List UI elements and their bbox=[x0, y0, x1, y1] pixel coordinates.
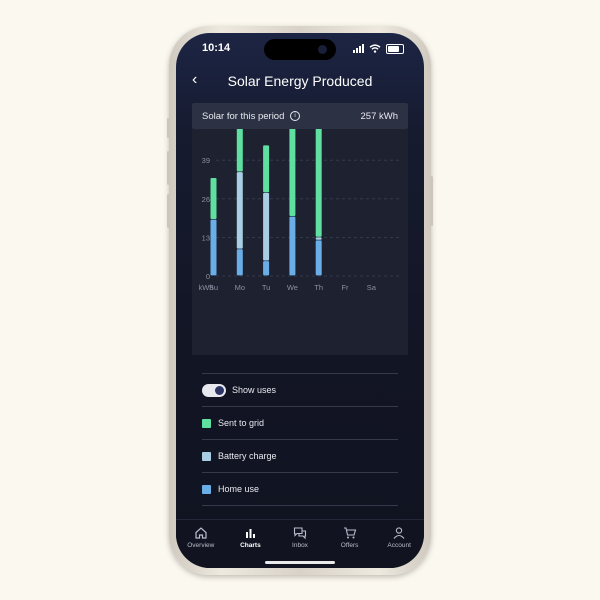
bar-segment bbox=[236, 129, 243, 172]
tab-label: Charts bbox=[240, 542, 261, 549]
silent-switch bbox=[167, 118, 170, 138]
cart-icon bbox=[343, 527, 356, 539]
legend: Show uses Sent to grid Battery charge Ho… bbox=[202, 373, 398, 506]
bar-chart-icon bbox=[246, 529, 256, 538]
battery-charge-swatch bbox=[202, 451, 211, 461]
camera-icon bbox=[318, 45, 327, 54]
legend-label: Home use bbox=[218, 484, 260, 494]
x-tick-label: Mo bbox=[235, 283, 245, 292]
header: ‹ Solar Energy Produced bbox=[176, 69, 424, 93]
period-label: Solar for this period bbox=[202, 110, 285, 122]
tab-account[interactable]: Account bbox=[374, 520, 424, 568]
toggle-knob bbox=[215, 385, 224, 395]
bar-segment bbox=[289, 216, 296, 276]
bar-segment bbox=[315, 129, 322, 237]
home-indicator bbox=[265, 561, 335, 564]
home-icon bbox=[195, 527, 207, 539]
status-time: 10:14 bbox=[202, 42, 231, 54]
x-tick-label: Th bbox=[314, 283, 323, 292]
bar-segment bbox=[315, 237, 322, 240]
show-uses-toggle[interactable] bbox=[202, 383, 226, 397]
tab-overview[interactable]: Overview bbox=[176, 520, 226, 568]
chat-bubbles-icon bbox=[293, 527, 307, 540]
period-label-wrap: Solar for this period i bbox=[202, 110, 301, 122]
toggle-label: Show uses bbox=[232, 385, 277, 395]
bar-segment bbox=[263, 145, 270, 193]
wifi-icon bbox=[369, 44, 381, 53]
dynamic-island bbox=[264, 39, 336, 60]
x-tick-label: Fr bbox=[341, 283, 349, 292]
bar-segment bbox=[289, 129, 296, 217]
stacked-bar-chart: 01326395265kWhSuMoTuWeThFrSa bbox=[199, 129, 400, 292]
page-title: Solar Energy Produced bbox=[227, 73, 373, 89]
y-tick-label: 39 bbox=[202, 156, 210, 165]
status-bar: 10:14 bbox=[176, 33, 424, 63]
bar-segment bbox=[263, 192, 270, 261]
power-button bbox=[430, 176, 433, 226]
bar-segment bbox=[236, 172, 243, 249]
legend-label: Sent to grid bbox=[218, 418, 265, 428]
x-tick-label: Tu bbox=[262, 283, 270, 292]
bar-segment bbox=[315, 240, 322, 276]
legend-label: Battery charge bbox=[218, 451, 277, 461]
y-tick-label: 0 bbox=[206, 272, 210, 281]
period-value: 257 kWh bbox=[360, 110, 399, 122]
app-screen: 10:14 ‹ Solar Energy Produced Solar for … bbox=[176, 33, 424, 568]
legend-item-sent-to-grid: Sent to grid bbox=[202, 407, 398, 440]
bar-segment bbox=[236, 249, 243, 276]
chart-panel: 01326395265kWhSuMoTuWeThFrSa bbox=[192, 129, 408, 355]
y-tick-label: 26 bbox=[202, 195, 210, 204]
cellular-signal-icon bbox=[353, 44, 364, 53]
battery-icon bbox=[386, 43, 404, 54]
info-icon[interactable]: i bbox=[290, 110, 301, 121]
volume-up-button bbox=[167, 151, 170, 185]
volume-down-button bbox=[167, 194, 170, 228]
y-tick-label: 13 bbox=[202, 233, 210, 242]
status-icons bbox=[353, 43, 404, 54]
legend-item-battery-charge: Battery charge bbox=[202, 440, 398, 473]
tab-label: Offers bbox=[340, 542, 359, 549]
home-use-swatch bbox=[202, 484, 211, 494]
bar-segment bbox=[263, 261, 270, 276]
person-icon bbox=[393, 527, 405, 539]
bar-segment bbox=[210, 178, 217, 219]
tab-label: Account bbox=[387, 542, 411, 549]
period-summary: Solar for this period i 257 kWh bbox=[192, 103, 408, 129]
x-tick-label: Sa bbox=[367, 283, 377, 292]
x-tick-label: We bbox=[287, 283, 298, 292]
tab-label: Inbox bbox=[292, 542, 308, 549]
tab-label: Overview bbox=[187, 542, 215, 549]
show-uses-row: Show uses bbox=[202, 373, 398, 407]
sent-to-grid-swatch bbox=[202, 418, 211, 428]
legend-item-home-use: Home use bbox=[202, 473, 398, 506]
x-tick-label: Su bbox=[209, 283, 218, 292]
bar-segment bbox=[210, 219, 217, 276]
